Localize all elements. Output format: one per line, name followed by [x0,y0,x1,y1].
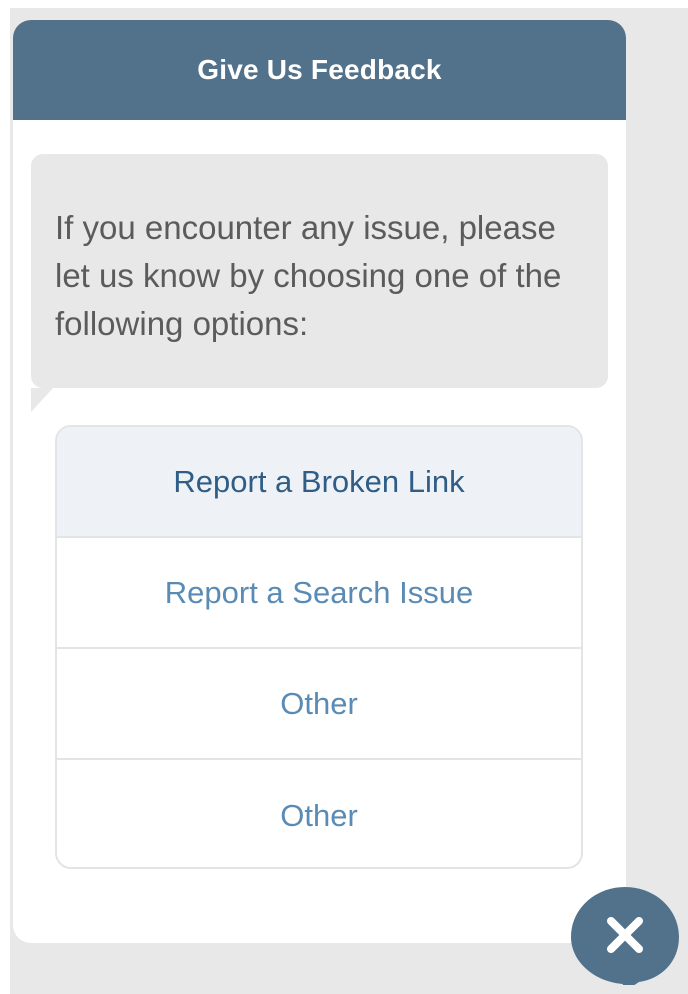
message-bubble: If you encounter any issue, please let u… [31,154,608,412]
feedback-panel: Give Us Feedback If you encounter any is… [13,20,626,943]
option-report-search-issue[interactable]: Report a Search Issue [57,538,581,649]
panel-header: Give Us Feedback [13,20,626,120]
option-other[interactable]: Other [57,649,581,760]
close-chat-button[interactable] [571,887,679,985]
message-text: If you encounter any issue, please let u… [55,209,562,342]
close-icon [571,887,679,985]
option-other[interactable]: Other [57,760,581,867]
panel-title: Give Us Feedback [197,54,442,85]
option-report-broken-link[interactable]: Report a Broken Link [57,427,581,538]
options-list: Report a Broken Link Report a Search Iss… [55,425,583,869]
